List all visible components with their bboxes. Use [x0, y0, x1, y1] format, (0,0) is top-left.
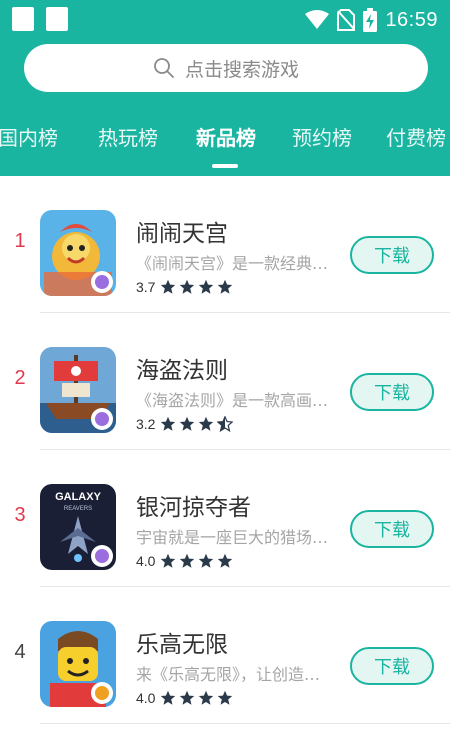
- search-placeholder: 点击搜索游戏: [184, 58, 299, 81]
- app-name: 银河掠夺者: [136, 495, 251, 521]
- rating: 3.2: [136, 416, 234, 432]
- app-name: 乐高无限: [136, 632, 228, 658]
- half-star-icon: [217, 416, 234, 432]
- star-icon: [180, 553, 195, 568]
- battery-charging-icon: [363, 8, 378, 32]
- rating-value: 4.0: [136, 553, 156, 569]
- game-list: 1 闹闹天宫 《闹闹天宫》是一款经典西游 3.7 下载 2 海盗法则 《海盗法则…: [0, 176, 450, 730]
- active-tab-indicator: [212, 164, 238, 168]
- star-icon: [161, 416, 176, 431]
- galaxy-logo-subtext: REAVERS: [64, 506, 92, 512]
- app-description: 《闹闹天宫》是一款经典西游: [136, 254, 332, 273]
- wifi-icon: [305, 10, 330, 29]
- star-icon: [218, 690, 233, 705]
- star-icon: [161, 690, 176, 705]
- rating: 3.7: [136, 279, 233, 295]
- app-description: 宇宙就是一座巨大的猎场。在这: [136, 528, 332, 547]
- list-item[interactable]: 2 海盗法则 《海盗法则》是一款高画质策略 3.2 下载: [0, 313, 450, 450]
- app-description: 《海盗法则》是一款高画质策略: [136, 391, 332, 410]
- lego-infinite-icon[interactable]: [40, 621, 116, 707]
- star-icon: [199, 279, 214, 294]
- tab-hot[interactable]: 热玩榜: [98, 122, 158, 151]
- galaxy-reavers-icon[interactable]: GALAXY REAVERS: [40, 484, 116, 570]
- star-icon: [218, 553, 233, 568]
- rank-number: 2: [14, 367, 26, 389]
- star-icon: [180, 416, 195, 431]
- list-item[interactable]: 3 GALAXY REAVERS 银河掠夺者 宇宙就是一座巨大的猎场。在这 4.…: [0, 450, 450, 587]
- notification-icon: [12, 7, 34, 31]
- rating: 4.0: [136, 690, 233, 706]
- nao-nao-tian-gong-icon[interactable]: [40, 210, 116, 296]
- star-icon: [199, 416, 214, 431]
- ranking-tabs: 国内榜 热玩榜 新品榜 预约榜 付费榜: [0, 112, 450, 164]
- star-icon: [218, 279, 233, 294]
- no-sim-icon: [337, 9, 356, 31]
- list-item[interactable]: 4 乐高无限 来《乐高无限》，让创造无限可能 4.0 下载: [0, 587, 450, 724]
- rank-number: 3: [14, 504, 26, 526]
- tab-reserve[interactable]: 预约榜: [292, 122, 352, 151]
- tab-new[interactable]: 新品榜: [196, 122, 256, 151]
- star-icon: [161, 279, 176, 294]
- rating-value: 4.0: [136, 690, 156, 706]
- app-description: 来《乐高无限》，让创造无限可能: [136, 665, 332, 684]
- status-bar: 16:59: [0, 0, 450, 40]
- status-time: 16:59: [385, 8, 438, 31]
- star-icon: [180, 279, 195, 294]
- rating-value: 3.2: [136, 416, 156, 432]
- download-button[interactable]: 下载: [350, 647, 434, 685]
- star-icon: [180, 690, 195, 705]
- list-item[interactable]: 1 闹闹天宫 《闹闹天宫》是一款经典西游 3.7 下载: [0, 176, 450, 313]
- galaxy-logo-text: GALAXY: [55, 491, 102, 503]
- header-bar: 16:59 点击搜索游戏 国内榜 热玩榜 新品榜 预约榜 付费榜: [0, 0, 450, 176]
- tab-paid[interactable]: 付费榜: [386, 122, 446, 151]
- tab-domestic[interactable]: 国内榜: [0, 122, 58, 151]
- rating-value: 3.7: [136, 279, 156, 295]
- rating: 4.0: [136, 553, 233, 569]
- app-name: 闹闹天宫: [136, 221, 228, 247]
- rank-number: 4: [14, 641, 26, 663]
- divider: [40, 723, 450, 724]
- star-icon: [199, 553, 214, 568]
- download-button[interactable]: 下载: [350, 236, 434, 274]
- notification-icon: [46, 7, 68, 31]
- app-name: 海盗法则: [136, 358, 228, 384]
- search-icon: [154, 58, 174, 78]
- download-button[interactable]: 下载: [350, 510, 434, 548]
- rank-number: 1: [14, 230, 26, 252]
- star-icon: [199, 690, 214, 705]
- pirate-rules-icon[interactable]: [40, 347, 116, 433]
- download-button[interactable]: 下载: [350, 373, 434, 411]
- star-icon: [161, 553, 176, 568]
- search-bar[interactable]: 点击搜索游戏: [24, 44, 428, 92]
